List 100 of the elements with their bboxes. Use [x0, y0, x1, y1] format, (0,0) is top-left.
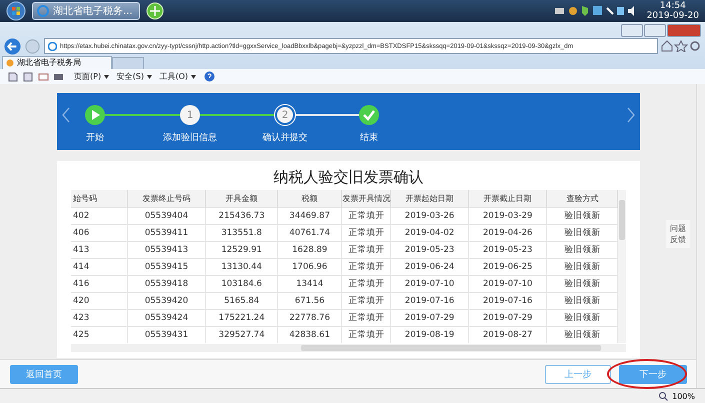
feedback-tab[interactable]: 问题 反馈 [666, 220, 690, 248]
column-header: 发票开具情况 [342, 190, 391, 208]
column-header: 税额 [278, 190, 342, 208]
table-cell: 05539415 [127, 258, 206, 276]
table-cell: 正常填开 [342, 208, 391, 224]
table-cell: 正常填开 [342, 326, 391, 343]
table-cell: 正常填开 [342, 224, 391, 242]
table-cell: 2019-03-29 [468, 208, 547, 224]
column-header: 开票截止日期 [468, 190, 547, 208]
step-marker: 1 [180, 105, 200, 125]
step-label: 结束 [360, 132, 378, 144]
table-cell: 420 [71, 292, 128, 310]
caret-icon [190, 74, 196, 79]
table-cell: 验旧领新 [546, 292, 618, 310]
column-header: 开具金额 [206, 190, 278, 208]
table-cell: 2019-07-16 [468, 292, 547, 310]
table-cell: 1706.96 [278, 258, 342, 276]
step-label: 确认并提交 [262, 132, 308, 144]
table-cell: 5165.84 [206, 292, 278, 310]
toolbar-menu[interactable]: 安全(S) [116, 70, 152, 82]
zoom-level[interactable]: 100% [672, 392, 695, 401]
browser-logo-icon [37, 5, 49, 17]
table-cell: 05539411 [127, 224, 206, 242]
table-scrollbar[interactable] [618, 190, 626, 343]
table-cell: 2019-07-10 [468, 276, 547, 292]
table-cell: 406 [71, 224, 128, 242]
table-cell: 22778.76 [278, 310, 342, 326]
table-cell: 05539404 [127, 208, 206, 224]
table-cell: 2019-05-23 [390, 242, 468, 258]
table-cell: 2019-06-25 [468, 258, 547, 276]
minimize-button[interactable] [621, 24, 643, 37]
table-cell: 2019-07-29 [468, 310, 547, 326]
table-cell: 验旧领新 [546, 224, 618, 242]
tray-icons-drawing[interactable] [554, 5, 635, 17]
maximize-button[interactable] [644, 24, 666, 37]
table-cell: 05539413 [127, 242, 206, 258]
zoom-icon[interactable] [659, 392, 668, 401]
close-button[interactable] [667, 24, 701, 37]
table-cell: 05539431 [127, 326, 206, 343]
table-cell: 05539418 [127, 276, 206, 292]
table-cell: 2019-08-27 [468, 326, 547, 343]
table-cell: 42838.61 [278, 326, 342, 343]
table-cell: 2019-07-10 [390, 276, 468, 292]
table-cell: 34469.87 [278, 208, 342, 224]
table-cell: 12529.91 [206, 242, 278, 258]
table-cell: 验旧领新 [546, 208, 618, 224]
table-cell: 2019-03-26 [390, 208, 468, 224]
table-cell: 175221.24 [206, 310, 278, 326]
back-icon[interactable] [4, 38, 21, 55]
table-cell: 正常填开 [342, 242, 391, 258]
help-icon[interactable] [204, 70, 215, 82]
page-icon [48, 42, 57, 51]
chevron-right-icon[interactable] [627, 107, 635, 123]
chevron-left-icon[interactable] [62, 107, 70, 123]
forward-icon[interactable] [24, 38, 41, 55]
table-cell: 1628.89 [278, 242, 342, 258]
new-tab-button[interactable] [112, 56, 144, 69]
table-cell: 2019-06-24 [390, 258, 468, 276]
table-cell: 05539420 [127, 292, 206, 310]
check-step-icon [359, 105, 379, 125]
step-label: 开始 [86, 132, 104, 144]
caret-icon [146, 74, 152, 79]
table-cell: 2019-08-19 [390, 326, 468, 343]
caret-icon [104, 74, 109, 79]
favicon-icon [6, 58, 14, 67]
column-header: 发票终止号码 [127, 190, 206, 208]
table-cell: 329527.74 [206, 326, 278, 343]
horizontal-scrollbar[interactable] [71, 344, 626, 352]
table-cell: 413 [71, 242, 128, 258]
table-cell: 验旧领新 [546, 242, 618, 258]
table-cell: 103184.6 [206, 276, 278, 292]
table-cell: 423 [71, 310, 128, 326]
column-header: 开票起始日期 [390, 190, 468, 208]
table-cell: 425 [71, 326, 128, 343]
table-cell: 313551.8 [206, 224, 278, 242]
table-cell: 验旧领新 [546, 276, 618, 292]
table-cell: 2019-04-26 [468, 224, 547, 242]
table-cell: 416 [71, 276, 128, 292]
browser-tab[interactable]: 湖北省电子税务局 [2, 56, 112, 69]
table-cell: 05539424 [127, 310, 206, 326]
start-orb-icon[interactable] [6, 1, 26, 21]
table-cell: 2019-07-29 [390, 310, 468, 326]
taskbar-clock[interactable]: 14:54 2019-09-20 [646, 1, 699, 21]
toolbar-menu[interactable]: 页面(P) [74, 70, 109, 82]
step-label: 添加验旧信息 [163, 132, 217, 144]
table-cell: 验旧领新 [546, 326, 618, 343]
page-title: 纳税人验交旧发票确认 [272, 167, 424, 188]
table-cell: 671.56 [278, 292, 342, 310]
table-cell: 2019-07-16 [390, 292, 468, 310]
step-connector [295, 114, 359, 116]
play-step-icon [85, 105, 105, 125]
table-cell: 正常填开 [342, 292, 391, 310]
table-cell: 验旧领新 [546, 258, 618, 276]
table-cell: 验旧领新 [546, 310, 618, 326]
table-cell: 2019-05-23 [468, 242, 547, 258]
toolbar-icons-drawing[interactable] [8, 70, 66, 82]
table-cell: 40761.74 [278, 224, 342, 242]
toolbar-menu[interactable]: 工具(O) [160, 70, 196, 82]
table-cell: 414 [71, 258, 128, 276]
table-cell: 正常填开 [342, 258, 391, 276]
